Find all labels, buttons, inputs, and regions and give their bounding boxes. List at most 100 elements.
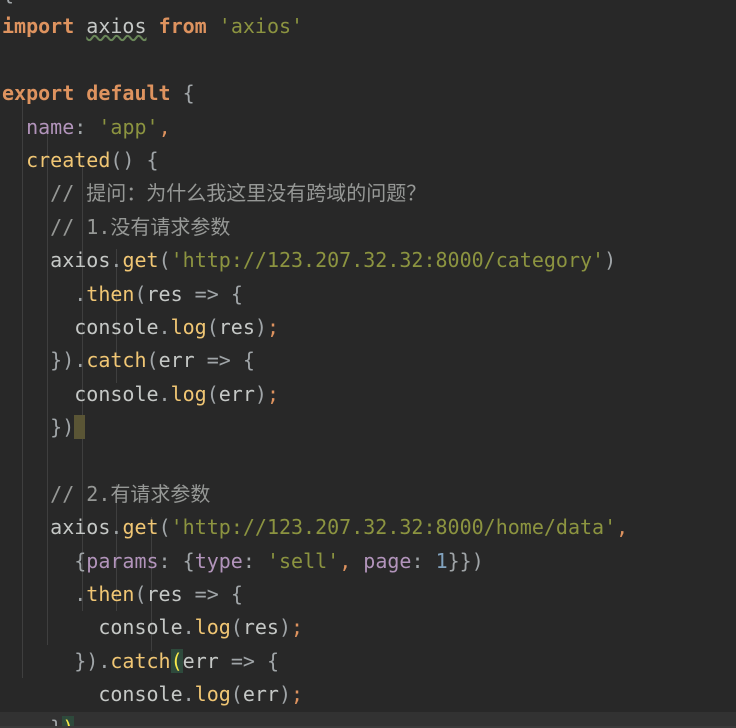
keyword-import: import bbox=[2, 14, 75, 39]
comment-text: // 2.有请求参数 bbox=[50, 481, 211, 506]
param-res: res bbox=[146, 281, 183, 306]
open-brace: { bbox=[182, 81, 195, 106]
close-paren: ) bbox=[278, 615, 292, 640]
code-line-close-chain-1[interactable]: }) bbox=[0, 411, 736, 444]
text-cursor[interactable] bbox=[74, 415, 86, 440]
dot: . bbox=[74, 348, 87, 373]
open-paren: ( bbox=[230, 682, 243, 707]
open-paren: ( bbox=[134, 582, 147, 607]
object-console: console bbox=[98, 682, 183, 707]
code-line-axios-get-home-data[interactable]: axios.get('http://123.207.32.32:8000/hom… bbox=[0, 511, 736, 544]
string-url-category: 'http://123.207.32.32:8000/category' bbox=[170, 248, 605, 273]
method-log: log bbox=[170, 381, 207, 406]
arg-res: res bbox=[218, 314, 255, 339]
code-line-then-2[interactable]: .then(res => { bbox=[0, 578, 736, 611]
close-brace-paren: }) bbox=[74, 648, 99, 673]
code-lines[interactable]: { import axios from 'axios' export defau… bbox=[0, 0, 736, 726]
dot: . bbox=[158, 314, 171, 339]
string-url-home-data: 'http://123.207.32.32:8000/home/data' bbox=[170, 515, 617, 540]
close-paren: ) bbox=[278, 682, 292, 707]
number-one: 1 bbox=[435, 548, 448, 573]
method-then: then bbox=[86, 582, 135, 607]
open-brace-inner: { bbox=[182, 548, 195, 573]
code-editor[interactable]: { import axios from 'axios' export defau… bbox=[0, 0, 736, 728]
dot: . bbox=[182, 682, 195, 707]
property-name: name bbox=[26, 114, 75, 139]
dot: . bbox=[74, 281, 87, 306]
function-created: created bbox=[26, 147, 111, 172]
method-get: get bbox=[122, 248, 159, 273]
code-line-export-default[interactable]: export default { bbox=[0, 77, 736, 110]
arrow: => bbox=[194, 348, 243, 373]
open-paren: ( bbox=[158, 248, 171, 273]
code-line-blank-2[interactable] bbox=[0, 44, 736, 77]
parens: () bbox=[110, 147, 147, 172]
code-line-console-log-err-1[interactable]: console.log(err); bbox=[0, 378, 736, 411]
open-paren: ( bbox=[206, 381, 219, 406]
code-line-close-chain-2[interactable]: }) bbox=[0, 711, 736, 726]
string-axios-module: 'axios' bbox=[218, 14, 304, 39]
code-line-comment-with-params[interactable]: // 2.有请求参数 bbox=[0, 478, 736, 511]
close-paren: ) bbox=[254, 314, 267, 339]
brace-token: { bbox=[2, 0, 14, 5]
code-line-comment-no-params[interactable]: // 1.没有请求参数 bbox=[0, 211, 736, 244]
code-line-console-log-err-2[interactable]: console.log(err); bbox=[0, 678, 736, 711]
arrow: => bbox=[182, 281, 231, 306]
open-brace: { bbox=[230, 281, 243, 306]
string-app: 'app' bbox=[98, 114, 159, 139]
semicolon: ; bbox=[291, 682, 304, 707]
comma: , bbox=[616, 515, 629, 540]
code-line-blank-14[interactable] bbox=[0, 444, 736, 477]
comment-text: // 1.没有请求参数 bbox=[50, 214, 231, 239]
object-axios: axios bbox=[50, 515, 111, 540]
dot: . bbox=[98, 648, 111, 673]
code-line-then-1[interactable]: .then(res => { bbox=[0, 278, 736, 311]
code-line-created-hook[interactable]: created() { bbox=[0, 144, 736, 177]
code-line-comment-question[interactable]: // 提问：为什么我这里没有跨域的问题？ bbox=[0, 177, 736, 210]
close-brace-paren: }) bbox=[50, 348, 75, 373]
arg-err: err bbox=[218, 381, 255, 406]
object-console: console bbox=[74, 314, 159, 339]
code-line-console-log-res-1[interactable]: console.log(res); bbox=[0, 311, 736, 344]
property-type: type bbox=[194, 548, 243, 573]
semicolon: ; bbox=[266, 381, 279, 406]
code-line-name-prop[interactable]: name: 'app', bbox=[0, 111, 736, 144]
method-catch: catch bbox=[110, 648, 171, 673]
open-brace: { bbox=[230, 582, 243, 607]
property-params: params bbox=[86, 548, 159, 573]
close-brace-paren: }) bbox=[50, 415, 75, 440]
close-paren: ) bbox=[604, 248, 617, 273]
dot: . bbox=[74, 582, 87, 607]
arrow: => bbox=[218, 648, 267, 673]
param-err: err bbox=[182, 648, 219, 673]
dot: . bbox=[110, 248, 123, 273]
open-brace: { bbox=[242, 348, 255, 373]
open-brace: { bbox=[146, 147, 159, 172]
keyword-from: from bbox=[158, 14, 207, 39]
semicolon: ; bbox=[291, 615, 304, 640]
code-line-partial-top[interactable]: { bbox=[0, 0, 736, 10]
code-line-catch-2[interactable]: }).catch(err => { bbox=[0, 645, 736, 678]
code-line-catch-1[interactable]: }).catch(err => { bbox=[0, 344, 736, 377]
method-log: log bbox=[194, 682, 231, 707]
dot: . bbox=[110, 515, 123, 540]
arg-res: res bbox=[242, 615, 279, 640]
semicolon: ; bbox=[266, 314, 279, 339]
object-console: console bbox=[98, 615, 183, 640]
open-paren: ( bbox=[206, 314, 219, 339]
code-line-params-object[interactable]: {params: {type: 'sell', page: 1}}) bbox=[0, 545, 736, 578]
code-line-console-log-res-2[interactable]: console.log(res); bbox=[0, 611, 736, 644]
method-get: get bbox=[122, 515, 159, 540]
method-log: log bbox=[194, 615, 231, 640]
code-line-import[interactable]: import axios from 'axios' bbox=[0, 10, 736, 43]
colon: : bbox=[242, 548, 267, 573]
arg-err: err bbox=[242, 682, 279, 707]
code-line-axios-get-category[interactable]: axios.get('http://123.207.32.32:8000/cat… bbox=[0, 244, 736, 277]
open-brace: { bbox=[266, 648, 279, 673]
colon: : bbox=[74, 114, 99, 139]
keyword-export: export bbox=[2, 81, 75, 106]
